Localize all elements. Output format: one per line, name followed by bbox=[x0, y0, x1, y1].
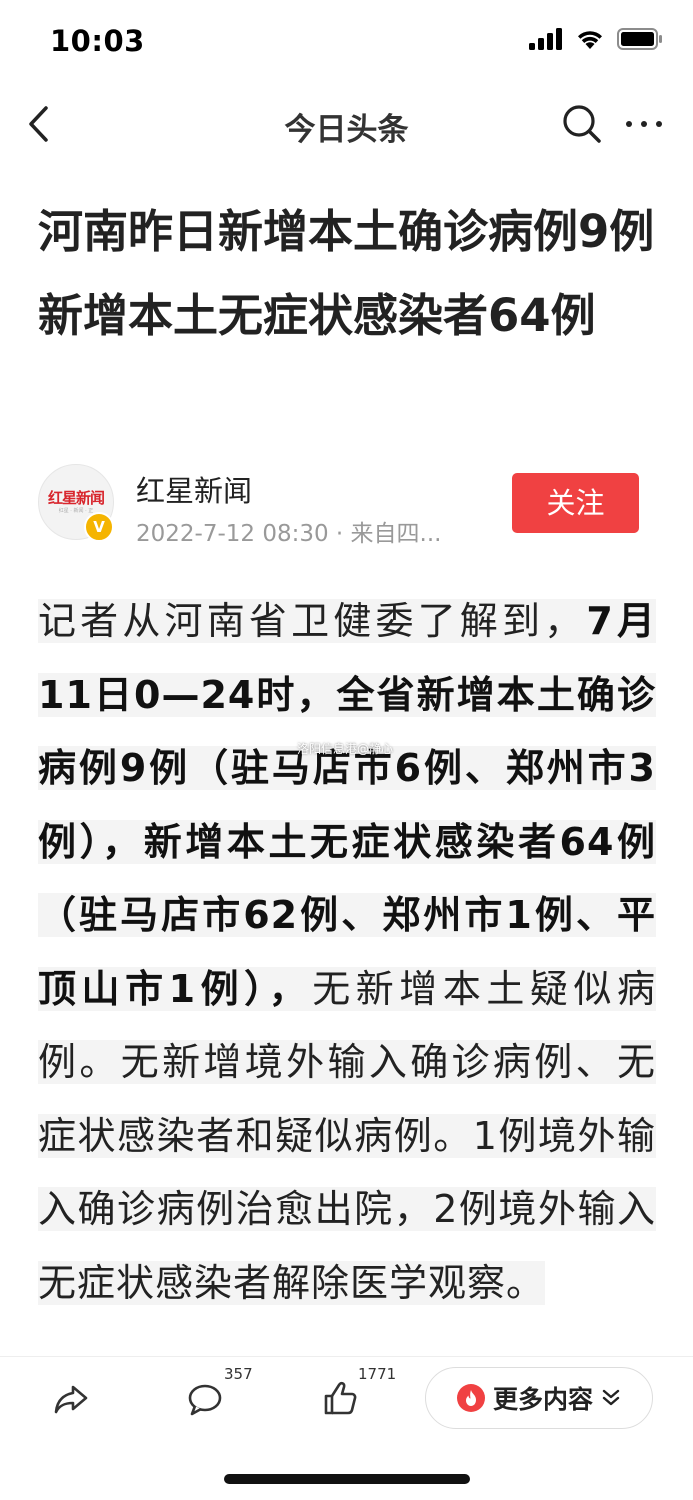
cellular-signal-icon bbox=[529, 28, 562, 50]
like-count: 1771 bbox=[358, 1365, 397, 1383]
author-row: 红星新闻 红星 · 新闻 · 正 V 红星新闻 2022-7-12 08:30 … bbox=[0, 458, 693, 548]
more-content-button[interactable]: 更多内容 bbox=[425, 1367, 653, 1429]
top-nav-bar: 今日头条 bbox=[0, 86, 693, 162]
body-text-intro: 记者从河南省卫健委了解到， bbox=[38, 599, 587, 643]
battery-icon bbox=[617, 28, 662, 50]
author-name[interactable]: 红星新闻 bbox=[136, 468, 252, 510]
home-indicator[interactable] bbox=[224, 1474, 470, 1484]
watermark-text: 洛阳信息港@静心 bbox=[297, 742, 394, 756]
article-body: 记者从河南省卫健委了解到，7月11日0—24时，全省新增本土确诊病例9例（驻马店… bbox=[38, 585, 656, 1357]
share-icon[interactable] bbox=[52, 1377, 90, 1421]
status-time: 10:03 bbox=[50, 24, 145, 58]
bottom-action-bar: 357 1771 更多内容 bbox=[0, 1356, 693, 1442]
double-chevron-down-icon bbox=[602, 1389, 620, 1406]
article-title: 河南昨日新增本土确诊病例9例 新增本土无症状感染者64例 bbox=[38, 205, 655, 342]
avatar-logo-text: 红星新闻 bbox=[47, 489, 105, 507]
wifi-icon bbox=[578, 31, 602, 49]
fire-icon bbox=[456, 1384, 485, 1412]
follow-button[interactable]: 关注 bbox=[512, 473, 639, 533]
search-icon[interactable] bbox=[560, 102, 604, 146]
verified-badge-icon: V bbox=[84, 512, 114, 542]
like-icon[interactable] bbox=[322, 1377, 358, 1421]
publish-meta: 2022-7-12 08:30 · 来自四... bbox=[136, 521, 442, 547]
more-options-icon[interactable] bbox=[620, 102, 668, 146]
body-text-bold: 7月11日0—24时，全省新增本土确诊病例9例（驻马店市6例、郑州市3例），新增… bbox=[38, 599, 656, 1011]
comment-icon[interactable] bbox=[187, 1377, 223, 1421]
body-text-rest: 无新增本土疑似病例。无新增境外输入确诊病例、无症状感染者和疑似病例。1例境外输入… bbox=[38, 966, 656, 1305]
status-icons bbox=[529, 28, 663, 50]
status-bar: 10:03 bbox=[0, 0, 693, 86]
comment-count: 357 bbox=[224, 1365, 253, 1383]
more-content-label: 更多内容 bbox=[492, 1385, 593, 1414]
